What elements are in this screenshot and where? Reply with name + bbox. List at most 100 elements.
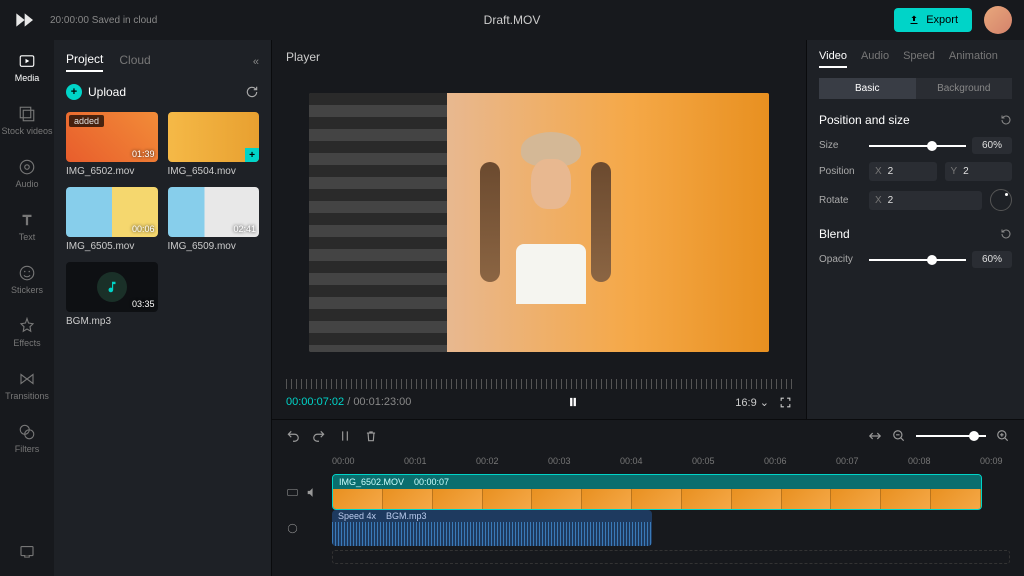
sidebar-item-export-settings[interactable] <box>18 538 36 564</box>
subtab-background[interactable]: Background <box>916 78 1013 99</box>
zoom-in-icon[interactable] <box>996 429 1010 443</box>
reset-icon[interactable] <box>1000 228 1012 240</box>
track-effects-icon[interactable] <box>286 522 299 535</box>
rotate-wheel[interactable] <box>990 189 1012 211</box>
media-item[interactable]: + IMG_6504.mov <box>168 112 260 177</box>
timeline-ruler[interactable]: 00:00 00:01 00:02 00:03 00:04 00:05 00:0… <box>272 452 1024 470</box>
track-caption-icon[interactable] <box>286 486 299 499</box>
opacity-label: Opacity <box>819 254 861 265</box>
media-duration: 00:06 <box>132 224 155 234</box>
sidebar-item-audio[interactable]: Audio <box>15 154 38 193</box>
save-status: 20:00:00 Saved in cloud <box>50 15 157 26</box>
export-button[interactable]: Export <box>894 8 972 32</box>
media-name: IMG_6504.mov <box>168 166 260 177</box>
timeline-zoom-slider[interactable] <box>916 435 986 437</box>
sidebar-item-stickers[interactable]: Stickers <box>11 260 43 299</box>
project-panel: Project Cloud « + Upload added 01:39 IMG… <box>54 40 272 576</box>
delete-button[interactable] <box>364 429 378 443</box>
inspector-tab-speed[interactable]: Speed <box>903 50 935 68</box>
plus-icon: + <box>66 84 82 100</box>
media-icon <box>18 52 36 70</box>
media-name: BGM.mp3 <box>66 316 158 327</box>
fit-to-screen-icon[interactable] <box>868 429 882 443</box>
refresh-icon[interactable] <box>245 85 259 99</box>
app-logo-icon[interactable] <box>12 9 34 31</box>
pause-button[interactable] <box>566 395 580 409</box>
added-badge: added <box>69 115 104 127</box>
opacity-value[interactable]: 60% <box>972 251 1012 268</box>
upload-button[interactable]: + Upload <box>66 84 126 100</box>
player-scrubber[interactable] <box>286 377 792 391</box>
section-position-size: Position and size <box>819 113 910 127</box>
rotate-x-input[interactable]: X2 <box>869 191 982 210</box>
inspector-tab-audio[interactable]: Audio <box>861 50 889 68</box>
user-avatar[interactable] <box>984 6 1012 34</box>
opacity-slider[interactable] <box>869 259 966 261</box>
center-panel: Player <box>272 40 1024 576</box>
undo-button[interactable] <box>286 429 300 443</box>
music-note-icon <box>97 272 127 302</box>
sidebar-item-effects[interactable]: Effects <box>13 313 40 352</box>
reset-icon[interactable] <box>1000 114 1012 126</box>
media-item[interactable]: 02:41 IMG_6509.mov <box>168 187 260 252</box>
rotate-label: Rotate <box>819 195 861 206</box>
track-mute-icon[interactable] <box>305 486 318 499</box>
media-item[interactable]: 03:35 BGM.mp3 <box>66 262 158 327</box>
position-y-input[interactable]: Y2 <box>945 162 1013 181</box>
media-name: IMG_6502.mov <box>66 166 158 177</box>
sidebar-item-text[interactable]: Text <box>18 207 36 246</box>
inspector-tab-video[interactable]: Video <box>819 50 847 68</box>
sidebar-item-transitions[interactable]: Transitions <box>5 366 49 405</box>
transitions-icon <box>18 370 36 388</box>
stickers-icon <box>18 264 36 282</box>
export-label: Export <box>926 14 958 26</box>
media-item[interactable]: added 01:39 IMG_6502.mov <box>66 112 158 177</box>
chevron-down-icon: ⌄ <box>760 397 769 409</box>
collapse-panel-icon[interactable]: « <box>253 56 259 68</box>
zoom-out-icon[interactable] <box>892 429 906 443</box>
position-x-input[interactable]: X2 <box>869 162 937 181</box>
current-time: 00:00:07:02 <box>286 396 344 408</box>
project-title[interactable]: Draft.MOV <box>484 13 541 27</box>
filters-icon <box>18 423 36 441</box>
topbar: 20:00:00 Saved in cloud Draft.MOV Export <box>0 0 1024 40</box>
text-icon <box>18 211 36 229</box>
timeline-video-clip[interactable]: IMG_6502.MOV 00:00:07 <box>332 474 982 510</box>
media-name: IMG_6509.mov <box>168 241 260 252</box>
media-duration: 01:39 <box>132 149 155 159</box>
sidebar-item-media[interactable]: Media <box>15 48 40 87</box>
effects-icon <box>18 317 36 335</box>
split-button[interactable] <box>338 429 352 443</box>
section-blend: Blend <box>819 227 850 241</box>
sidebar-item-stock-videos[interactable]: Stock videos <box>1 101 52 140</box>
redo-button[interactable] <box>312 429 326 443</box>
sidebar-item-filters[interactable]: Filters <box>15 419 40 458</box>
left-sidebar: Media Stock videos Audio Text Stickers E… <box>0 40 54 576</box>
tab-project[interactable]: Project <box>66 52 103 72</box>
inspector-panel: Video Audio Speed Animation Basic Backgr… <box>806 40 1024 419</box>
aspect-ratio-select[interactable]: 16:9 ⌄ <box>735 396 769 409</box>
media-item[interactable]: 00:06 IMG_6505.mov <box>66 187 158 252</box>
size-slider[interactable] <box>869 145 966 147</box>
media-duration: 02:41 <box>233 224 256 234</box>
fullscreen-icon[interactable] <box>779 396 792 409</box>
size-value[interactable]: 60% <box>972 137 1012 154</box>
inspector-tab-animation[interactable]: Animation <box>949 50 998 68</box>
subtab-basic[interactable]: Basic <box>819 78 916 99</box>
timeline-area: 00:00 00:01 00:02 00:03 00:04 00:05 00:0… <box>272 419 1024 576</box>
add-to-timeline-icon[interactable]: + <box>245 148 259 162</box>
timeline-empty-track[interactable] <box>332 550 1010 564</box>
media-name: IMG_6505.mov <box>66 241 158 252</box>
timeline-audio-clip[interactable]: Speed 4x BGM.mp3 <box>332 510 652 546</box>
position-label: Position <box>819 166 861 177</box>
upload-icon <box>908 14 920 26</box>
player-header: Player <box>272 40 806 74</box>
tab-cloud[interactable]: Cloud <box>119 53 150 71</box>
export-settings-icon <box>18 542 36 560</box>
size-label: Size <box>819 140 861 151</box>
video-preview[interactable] <box>309 93 769 352</box>
total-time: 00:01:23:00 <box>353 396 411 408</box>
stock-video-icon <box>18 105 36 123</box>
audio-icon <box>18 158 36 176</box>
media-duration: 03:35 <box>132 299 155 309</box>
